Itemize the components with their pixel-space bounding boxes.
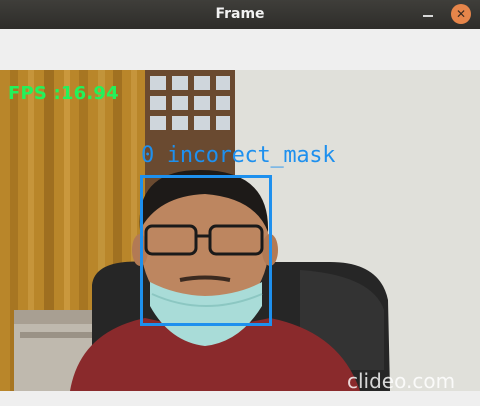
detection-label: 0 incorect_mask <box>141 143 336 168</box>
face-bounding-box <box>140 175 272 326</box>
top-margin <box>0 29 480 70</box>
bottom-margin <box>0 391 480 406</box>
watermark: clideo.com <box>347 369 456 393</box>
close-icon: ✕ <box>455 7 467 21</box>
close-button[interactable]: ✕ <box>451 4 471 24</box>
minimize-button[interactable] <box>417 4 439 26</box>
fps-counter: FPS :16.94 <box>8 83 119 104</box>
window-titlebar[interactable]: Frame ✕ <box>0 0 480 29</box>
window-title: Frame <box>215 6 265 22</box>
minimize-icon <box>423 15 433 17</box>
